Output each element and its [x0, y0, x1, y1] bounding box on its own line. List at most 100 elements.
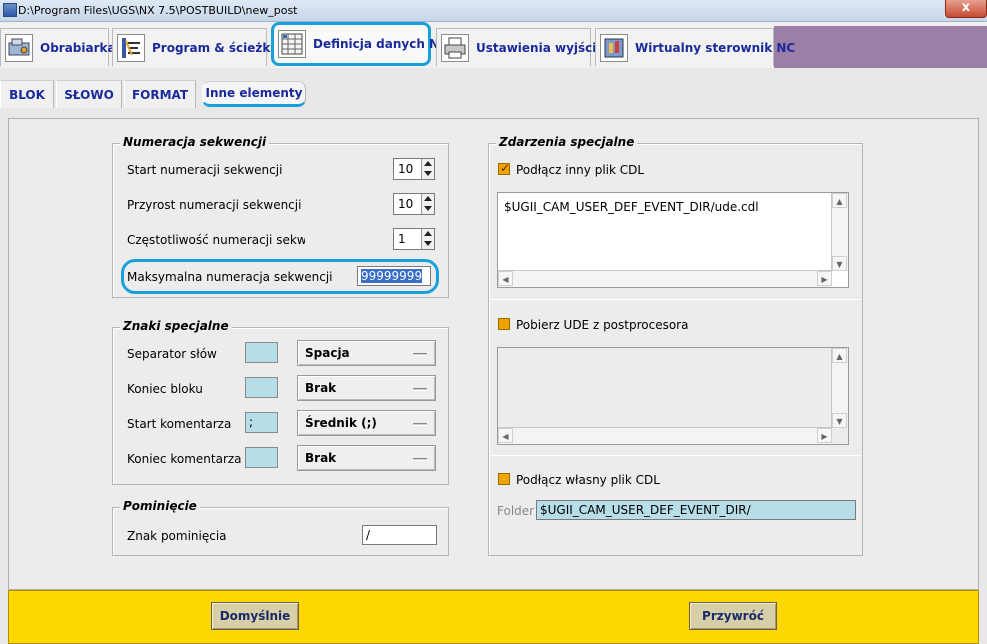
folder-input[interactable]: $UGII_CAM_USER_DEF_EVENT_DIR/: [536, 500, 856, 520]
seq-increment-label: Przyrost numeracji sekwencji: [127, 198, 302, 212]
block-end-char[interactable]: [245, 377, 278, 398]
scroll-right-icon[interactable]: ▶: [817, 428, 832, 443]
spinner-arrows[interactable]: [421, 229, 434, 249]
dropdown-indicator-icon: [413, 353, 427, 356]
include-cdl-label: Podłącz inny plik CDL: [516, 163, 645, 177]
seq-max-value: 99999999: [361, 269, 423, 283]
scroll-up-icon[interactable]: ▲: [832, 348, 847, 363]
skip-char-label: Znak pominięcia: [127, 529, 227, 543]
word-sep-dropdown[interactable]: Spacja: [297, 340, 436, 366]
subtab-inne-elementy[interactable]: Inne elementy: [202, 81, 306, 107]
divider: [489, 455, 862, 456]
scroll-down-icon[interactable]: ▼: [832, 413, 847, 428]
sequence-group-title: Numeracja sekwencji: [120, 135, 270, 149]
arrow-up-icon[interactable]: [424, 161, 432, 166]
spinner-arrows[interactable]: [421, 159, 434, 179]
nc-data-icon: [278, 30, 306, 58]
get-ude-checkbox[interactable]: [498, 318, 510, 330]
app-icon: [3, 3, 17, 17]
word-sep-char[interactable]: [245, 342, 278, 363]
seq-start-spinner[interactable]: 10: [393, 158, 435, 180]
tab-program-sciezka[interactable]: Program & ścieżka: [112, 28, 278, 66]
dropdown-indicator-icon: [413, 388, 427, 391]
scroll-left-icon[interactable]: ◀: [498, 428, 513, 443]
own-cdl-label: Podłącz własny plik CDL: [516, 473, 660, 487]
comment-end-char[interactable]: [245, 447, 278, 468]
spinner-arrows[interactable]: [421, 194, 434, 214]
check-icon: ✓: [500, 161, 511, 175]
tab-definicja-danych-nc[interactable]: Definicja danych NC: [271, 22, 448, 66]
get-ude-label: Pobierz UDE z postprocesora: [516, 318, 689, 332]
arrow-up-icon[interactable]: [424, 196, 432, 201]
tab-ustawienia-wyjscia[interactable]: Ustawienia wyjścia: [436, 28, 604, 66]
arrow-up-icon[interactable]: [424, 231, 432, 236]
own-cdl-checkbox[interactable]: [498, 473, 510, 485]
seq-frequency-label: Częstotliwość numeracji sekwer: [127, 233, 305, 247]
scroll-right-icon[interactable]: ▶: [817, 271, 832, 286]
bottom-button-bar: Domyślnie Przywróć: [8, 590, 979, 644]
seq-frequency-spinner[interactable]: 1: [393, 228, 435, 250]
ude-vscrollbar[interactable]: ▲ ▼: [831, 348, 848, 428]
scroll-up-icon[interactable]: ▲: [832, 193, 847, 208]
ude-textarea[interactable]: ▲ ▼ ◀ ▶: [497, 347, 849, 445]
virtual-controller-icon: [600, 33, 628, 62]
comment-start-label: Start komentarza: [127, 417, 232, 431]
seq-start-label: Start numeracji sekwencji: [127, 163, 283, 177]
divider: [489, 299, 862, 300]
comment-start-char[interactable]: ;: [245, 412, 278, 433]
tab-label: Program & ścieżka: [152, 40, 279, 55]
include-cdl-checkbox[interactable]: ✓: [498, 161, 511, 175]
title-bar: D:\Program Files\UGS\NX 7.5\POSTBUILD\ne…: [0, 0, 987, 22]
cdl-path-textarea[interactable]: $UGII_CAM_USER_DEF_EVENT_DIR/ude.cdl ▲ ▼…: [497, 192, 849, 288]
word-sep-value: Spacja: [305, 346, 350, 360]
tab-label: Definicja danych NC: [313, 37, 448, 51]
tab-label: Obrabiarka: [40, 40, 116, 55]
block-end-value: Brak: [305, 381, 337, 395]
default-button[interactable]: Domyślnie: [211, 602, 299, 630]
main-tab-strip: Obrabiarka Program & ścieżka Definicja d…: [0, 22, 987, 68]
program-path-icon: [117, 33, 145, 62]
special-chars-group-title: Znaki specjalne: [120, 319, 232, 333]
arrow-down-icon[interactable]: [424, 241, 432, 246]
seq-increment-value: 10: [398, 197, 414, 211]
comment-end-label: Koniec komentarza: [127, 452, 242, 466]
seq-increment-spinner[interactable]: 10: [393, 193, 435, 215]
seq-start-value: 10: [398, 162, 414, 176]
machine-icon: [5, 33, 33, 62]
tab-strip-filler: [774, 26, 987, 68]
comment-start-dropdown[interactable]: Średnik (;): [297, 410, 436, 436]
scroll-down-icon[interactable]: ▼: [832, 256, 847, 271]
close-button[interactable]: x: [945, 0, 987, 18]
cdl-hscrollbar[interactable]: ◀ ▶: [498, 270, 832, 287]
arrow-down-icon[interactable]: [424, 171, 432, 176]
tab-label: Wirtualny sterownik NC: [635, 40, 796, 55]
skip-group-title: Pominięcie: [120, 499, 200, 513]
scroll-left-icon[interactable]: ◀: [498, 271, 513, 286]
sub-tab-strip: BLOK SŁOWO FORMAT Inne elementy: [0, 74, 987, 110]
seq-max-input[interactable]: 99999999: [357, 266, 431, 286]
folder-label: Folder: [497, 504, 535, 518]
ude-hscrollbar[interactable]: ◀ ▶: [498, 427, 832, 444]
comment-start-value: Średnik (;): [305, 416, 377, 430]
restore-button[interactable]: Przywróć: [689, 602, 777, 630]
comment-end-dropdown[interactable]: Brak: [297, 445, 436, 471]
cdl-vscrollbar[interactable]: ▲ ▼: [831, 193, 848, 271]
events-group-title: Zdarzenia specjalne: [496, 135, 638, 149]
arrow-down-icon[interactable]: [424, 206, 432, 211]
subtab-blok[interactable]: BLOK: [0, 80, 54, 108]
word-sep-label: Separator słów: [127, 347, 217, 361]
comment-end-value: Brak: [305, 451, 337, 465]
tab-obrabiarka[interactable]: Obrabiarka: [0, 28, 116, 66]
subtab-format[interactable]: FORMAT: [124, 80, 196, 108]
subtab-slowo[interactable]: SŁOWO: [56, 80, 122, 108]
seq-frequency-value: 1: [398, 232, 406, 246]
seq-max-label: Maksymalna numeracja sekwencji: [127, 270, 333, 284]
printer-icon: [441, 33, 469, 62]
skip-char-input[interactable]: /: [362, 525, 437, 545]
dropdown-indicator-icon: [413, 458, 427, 461]
dropdown-indicator-icon: [413, 423, 427, 426]
block-end-dropdown[interactable]: Brak: [297, 375, 436, 401]
cdl-path-text: $UGII_CAM_USER_DEF_EVENT_DIR/ude.cdl: [504, 200, 759, 214]
tab-wirtualny-sterownik[interactable]: Wirtualny sterownik NC: [595, 28, 795, 66]
tab-label: Ustawienia wyjścia: [476, 40, 605, 55]
